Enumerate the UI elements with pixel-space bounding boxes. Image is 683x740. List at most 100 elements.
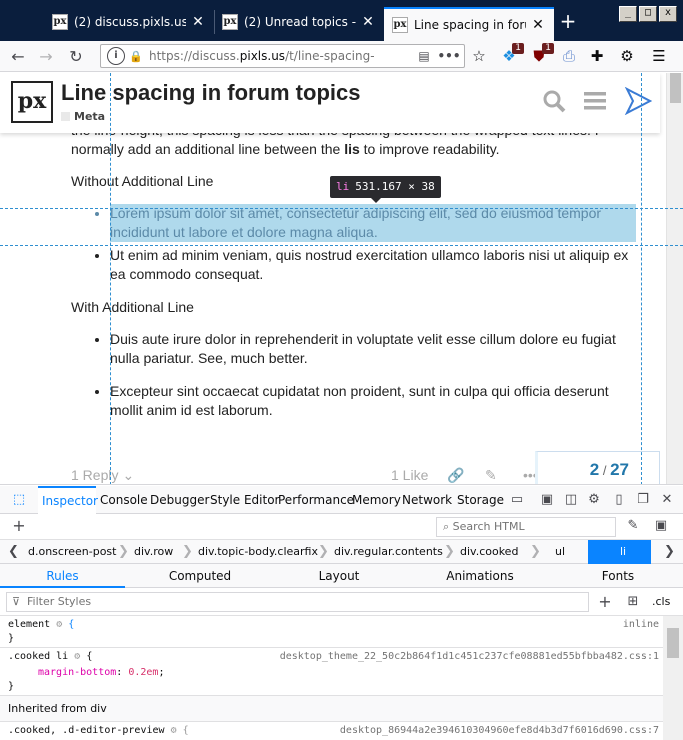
play-triangle-icon[interactable] — [624, 86, 653, 121]
tab-rules[interactable]: Rules — [0, 564, 125, 588]
rules-scrollbar[interactable] — [663, 616, 683, 740]
info-icon[interactable]: i — [107, 47, 125, 65]
browser-tab[interactable]: px (2) Unread topics - discuss ✕ — [214, 5, 384, 39]
screenshot-icon[interactable]: ◫ — [562, 491, 580, 509]
rule-source[interactable]: inline — [623, 619, 659, 630]
rule-gear-icon[interactable]: ⚙ — [56, 619, 62, 630]
close-window-button[interactable]: x — [659, 6, 677, 22]
reload-button[interactable]: ↻ — [64, 45, 88, 69]
rule-gear-icon[interactable]: ⚙ — [74, 651, 80, 662]
scrollbar-thumb[interactable] — [667, 628, 679, 658]
link-icon[interactable]: 🔗 — [447, 467, 464, 484]
rule-source[interactable]: desktop_theme_22_50c2b864f1d1c451c237cfe… — [280, 651, 659, 662]
tab-network[interactable]: Network — [402, 486, 452, 514]
close-icon[interactable]: ✕ — [658, 491, 676, 509]
rule-selector[interactable]: .cooked, .d-editor-preview — [8, 725, 165, 736]
breadcrumb-item[interactable]: div.regular.contents — [334, 540, 443, 564]
eyedropper-icon[interactable]: ✎ — [624, 517, 642, 535]
maximize-button[interactable]: □ — [639, 6, 657, 22]
url-bar[interactable]: i 🔒 https://discuss.pixls.us/t/line-spac… — [100, 44, 465, 68]
filter-icon: ⊽ — [12, 595, 21, 608]
tab-debugger[interactable]: Debugger — [150, 486, 209, 514]
rule-selector[interactable]: element — [8, 619, 50, 630]
addon-badge: 1 — [542, 43, 554, 54]
library-star-icon[interactable]: ☆ — [468, 45, 490, 67]
devtools-toolbar: ⬚ Inspector Console Debugger Style Edito… — [0, 486, 683, 514]
screenshot-node-icon[interactable]: ▣ — [652, 517, 670, 535]
tab-console[interactable]: Console — [100, 486, 148, 514]
category-color-swatch — [61, 112, 70, 121]
add-node-icon[interactable]: + — [10, 517, 28, 535]
infobar-tag: li — [336, 180, 350, 193]
tab-computed[interactable]: Computed — [140, 564, 260, 588]
scroll-right-icon[interactable]: ❯ — [664, 544, 675, 560]
reader-view-icon[interactable]: ▤ — [414, 49, 434, 63]
tab-storage[interactable]: Storage — [457, 486, 504, 514]
tab-layout[interactable]: Layout — [280, 564, 398, 588]
css-declaration[interactable]: margin-bottom: 0.2em; — [38, 667, 655, 678]
site-logo[interactable]: px — [11, 81, 53, 123]
tab-inspector[interactable]: Inspector — [38, 486, 98, 514]
css-property[interactable]: margin-bottom — [38, 667, 116, 678]
element-picker-icon[interactable]: ⬚ — [10, 491, 28, 509]
page-actions-icon[interactable]: ••• — [434, 49, 464, 63]
breadcrumb-item[interactable]: ul — [555, 540, 565, 564]
cls-toggle[interactable]: .cls — [652, 595, 670, 608]
back-button[interactable]: ← — [6, 45, 30, 69]
addon-icon[interactable]: ❖ 1 — [498, 43, 524, 67]
tab-fonts[interactable]: Fonts — [580, 564, 656, 588]
responsive-design-icon[interactable]: ▣ — [538, 491, 556, 509]
tab-style-editor[interactable]: Style Editor — [210, 486, 279, 514]
rule-source[interactable]: desktop_86944a2e394610304960efe8d4b3d7f6… — [340, 725, 659, 736]
scrollbar-thumb[interactable] — [670, 73, 681, 103]
gear-icon[interactable]: ⚙ — [585, 491, 603, 509]
topic-title[interactable]: Line spacing in forum topics — [61, 80, 360, 106]
printer-addon-icon[interactable]: ⎙ — [558, 45, 580, 67]
browser-tab-active[interactable]: px Line spacing in forum topics ✕ — [384, 7, 554, 41]
minimize-button[interactable]: _ — [619, 6, 637, 22]
tab-title: (2) discuss.pixls.us — [74, 15, 186, 29]
tab-animations[interactable]: Animations — [420, 564, 540, 588]
rule-selector[interactable]: .cooked li — [8, 651, 68, 662]
breadcrumb-item[interactable]: div.row — [134, 540, 173, 564]
ublock-icon[interactable]: ⛊ 1 — [528, 43, 554, 67]
more-tools-icon[interactable]: ▭ — [508, 491, 526, 509]
toggle-pseudo-class-icon[interactable]: ⊞ — [624, 593, 642, 611]
close-tab-icon[interactable]: ✕ — [190, 14, 206, 30]
like-count[interactable]: 1 Like — [391, 467, 428, 483]
dock-side-icon[interactable]: ▯ — [610, 491, 628, 509]
css-rule: .cooked li ⚙ { desktop_theme_22_50c2b864… — [0, 648, 663, 696]
breadcrumb-item[interactable]: div.cooked — [460, 540, 518, 564]
forward-button[interactable]: → — [34, 45, 58, 69]
hamburger-menu-icon[interactable]: ☰ — [648, 45, 670, 67]
highlighter-guide-horizontal — [0, 208, 683, 209]
tab-title: (2) Unread topics - discuss — [244, 15, 356, 29]
breadcrumb-item[interactable]: div.topic-body.clearfix — [198, 540, 318, 564]
filter-styles-input[interactable]: ⊽ Filter Styles — [6, 592, 589, 612]
search-html-input[interactable]: ⌕ Search HTML — [436, 517, 616, 537]
tab-memory[interactable]: Memory — [352, 486, 401, 514]
separate-window-icon[interactable]: ❐ — [634, 491, 652, 509]
page-scrollbar[interactable] — [666, 73, 683, 484]
breadcrumb-item-selected[interactable]: li — [588, 540, 651, 564]
infobar-size: 531.167 × 38 — [355, 180, 435, 193]
close-tab-icon[interactable]: ✕ — [530, 17, 546, 33]
sidebar-tabs: Rules Computed Layout Animations Fonts — [0, 564, 683, 588]
tab-performance[interactable]: Performance — [278, 486, 354, 514]
breadcrumb-item[interactable]: d.onscreen-post — [28, 540, 116, 564]
gear-icon[interactable]: ⚙ — [616, 45, 638, 67]
css-value[interactable]: 0.2em — [128, 667, 158, 678]
add-rule-icon[interactable]: + — [596, 593, 614, 611]
edit-icon[interactable]: ✎ — [485, 467, 497, 484]
close-tab-icon[interactable]: ✕ — [360, 14, 376, 30]
search-icon[interactable] — [542, 89, 566, 119]
chevron-down-icon[interactable]: ⌄ — [122, 467, 134, 483]
hamburger-icon[interactable] — [583, 89, 607, 119]
browser-tab[interactable]: px (2) discuss.pixls.us ✕ — [44, 5, 214, 39]
replies-button[interactable]: 1 Reply — [71, 467, 118, 483]
category-badge[interactable]: Meta — [61, 110, 105, 123]
scroll-left-icon[interactable]: ❮ — [8, 544, 19, 560]
search-magnifier-icon: ⌕ — [443, 520, 453, 533]
new-tab-button[interactable]: + — [556, 10, 580, 34]
extensions-icon[interactable]: ✚ — [586, 45, 608, 67]
